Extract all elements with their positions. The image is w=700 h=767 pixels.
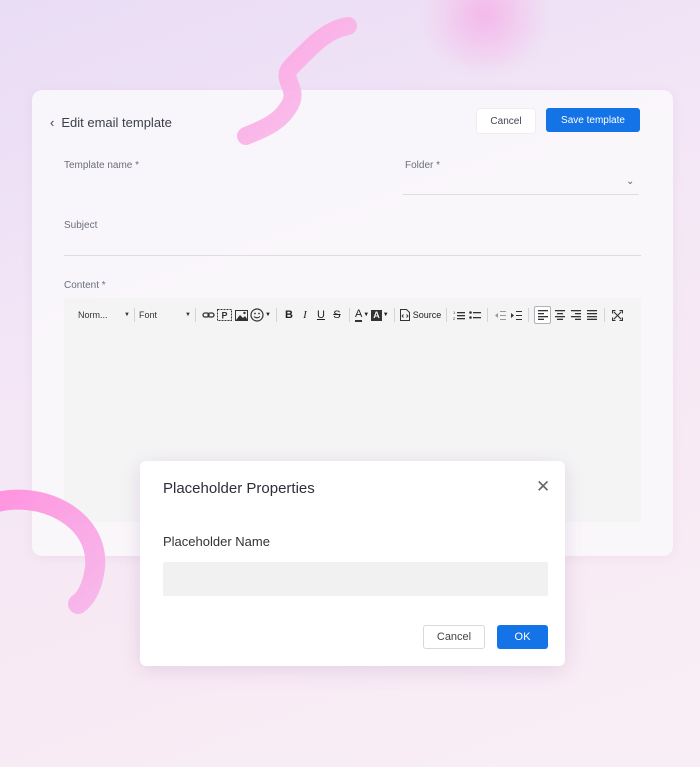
indent-icon[interactable] — [509, 307, 523, 323]
cancel-button[interactable]: Cancel — [476, 108, 536, 134]
toolbar-separator — [348, 308, 350, 322]
caret-down-icon: ▼ — [382, 312, 389, 318]
font-combo-label: Font — [139, 310, 158, 320]
italic-icon[interactable]: I — [298, 307, 312, 323]
subject-field[interactable] — [64, 255, 641, 256]
font-combo[interactable]: Font ▼ — [139, 310, 191, 320]
caret-down-icon: ▼ — [265, 312, 271, 318]
bold-icon[interactable]: B — [282, 307, 296, 323]
toolbar-separator — [604, 308, 606, 322]
toolbar-separator — [275, 308, 277, 322]
align-center-icon[interactable] — [553, 307, 567, 323]
subject-label: Subject — [64, 220, 98, 231]
source-icon — [399, 309, 410, 321]
text-color-icon[interactable]: A ▼ — [354, 307, 370, 323]
align-left-icon[interactable] — [534, 306, 552, 324]
align-right-icon[interactable] — [569, 307, 583, 323]
bulleted-list-icon[interactable] — [468, 307, 482, 323]
save-template-button[interactable]: Save template — [546, 108, 640, 132]
svg-text:2: 2 — [453, 316, 456, 321]
dialog-cancel-button[interactable]: Cancel — [423, 625, 485, 649]
decorative-squiggle — [237, 17, 357, 145]
format-combo-label: Norm... — [78, 310, 108, 320]
image-icon[interactable] — [234, 307, 248, 323]
folder-label: Folder * — [405, 160, 441, 171]
svg-text:1: 1 — [453, 310, 456, 315]
outdent-icon[interactable] — [493, 307, 507, 323]
svg-text:P: P — [221, 311, 227, 321]
template-name-field[interactable] — [64, 194, 398, 195]
caret-down-icon: ▼ — [363, 312, 370, 318]
dialog-title: Placeholder Properties — [163, 480, 315, 497]
page-title: Edit email template — [61, 115, 172, 130]
placeholder-name-label: Placeholder Name — [163, 534, 270, 549]
decorative-blob — [420, 0, 550, 70]
decorative-ring — [0, 489, 106, 614]
format-combo[interactable]: Norm... ▼ — [78, 310, 130, 320]
chevron-down-icon[interactable]: ⌄ — [626, 176, 634, 187]
justify-icon[interactable] — [585, 307, 599, 323]
link-icon[interactable] — [201, 307, 215, 323]
caret-down-icon: ▼ — [124, 312, 130, 318]
source-label: Source — [412, 310, 442, 320]
maximize-icon[interactable] — [610, 307, 624, 323]
toolbar-separator — [446, 308, 448, 322]
template-name-label: Template name * — [64, 160, 140, 171]
folder-select[interactable] — [403, 194, 639, 195]
content-label: Content * — [64, 280, 106, 291]
emoji-icon[interactable]: ▼ — [250, 307, 271, 323]
toolbar-separator — [195, 308, 196, 322]
strikethrough-icon[interactable]: S — [330, 307, 344, 323]
chevron-left-icon: ‹ — [50, 115, 55, 130]
toolbar-separator — [393, 308, 395, 322]
placeholder-properties-dialog: Placeholder Properties ✕ Placeholder Nam… — [140, 461, 565, 666]
background-color-icon[interactable]: A ▼ — [371, 307, 389, 323]
placeholder-icon[interactable]: P — [217, 307, 232, 323]
toolbar-separator — [528, 308, 530, 322]
source-button[interactable]: Source — [399, 307, 442, 323]
back-link[interactable]: ‹ Edit email template — [50, 115, 172, 130]
numbered-list-icon[interactable]: 12 — [452, 307, 466, 323]
placeholder-name-input[interactable] — [163, 562, 548, 596]
editor-toolbar: Norm... ▼ Font ▼ P ▼ B I U S A ▼ A ▼ Sou… — [64, 298, 641, 332]
close-icon[interactable]: ✕ — [536, 478, 550, 495]
toolbar-separator — [487, 308, 489, 322]
toolbar-separator — [134, 308, 135, 322]
caret-down-icon: ▼ — [185, 312, 191, 318]
underline-icon[interactable]: U — [314, 307, 328, 323]
ok-button[interactable]: OK — [497, 625, 548, 649]
